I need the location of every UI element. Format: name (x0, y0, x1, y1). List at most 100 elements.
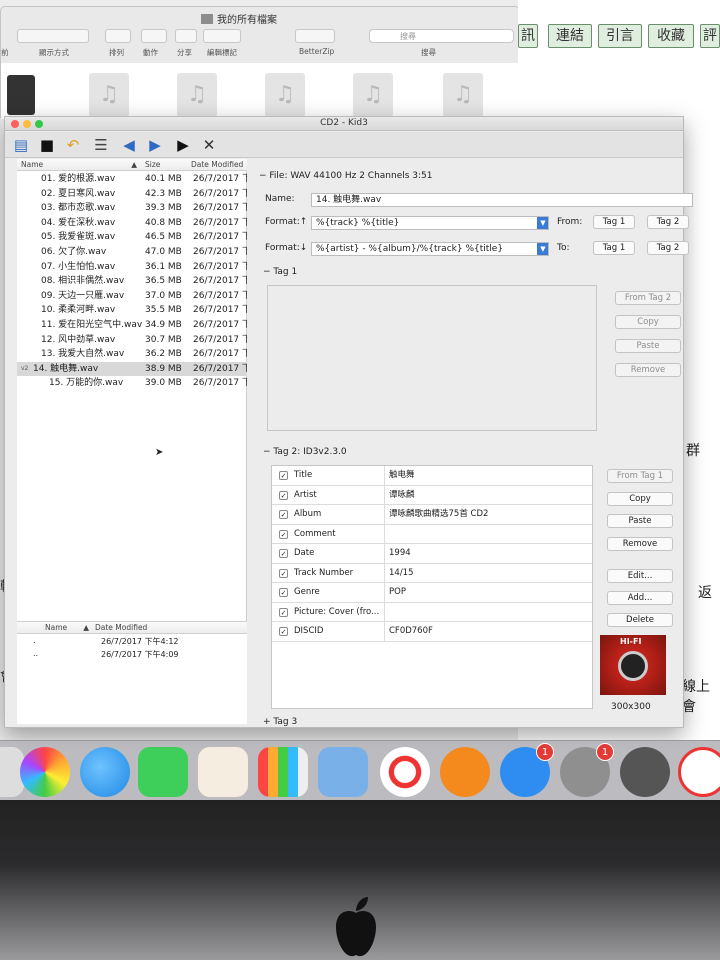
column-header-name[interactable]: Name ▲ (17, 159, 141, 171)
settings-tools-icon[interactable]: ✕ (199, 136, 219, 154)
file-row[interactable]: 02. 夏日寒风.wav 42.3 MB 26/7/2017 下 (17, 187, 247, 202)
messages-icon[interactable] (80, 747, 130, 797)
edit-frame-button[interactable]: Edit... (607, 569, 673, 583)
tag3-header[interactable]: + Tag 3 (263, 717, 297, 727)
web-button-quote[interactable]: 引言 (598, 24, 642, 48)
revert-icon[interactable]: ↶ (63, 136, 83, 154)
play-icon[interactable]: ▶ (173, 136, 193, 154)
web-button-favorite[interactable]: 收藏 (648, 24, 694, 48)
save-icon[interactable]: ■ (37, 136, 57, 154)
checkbox[interactable]: ✓ (279, 568, 288, 578)
file-row[interactable]: 08. 相识非偶然.wav 36.5 MB 26/7/2017 下 (17, 274, 247, 289)
to-tag1-button[interactable]: Tag 1 (593, 241, 635, 255)
music-file-icon[interactable]: ♫ (353, 73, 393, 117)
edit-tags-button[interactable] (203, 29, 241, 43)
file-row-selected[interactable]: v2 14. 触电舞.wav 38.9 MB 26/7/2017 下 (17, 361, 247, 377)
tag2-row-genre[interactable]: ✓ Genre POP (272, 583, 592, 603)
filename-field[interactable]: 14. 触电舞.wav (311, 193, 693, 207)
file-row[interactable]: 04. 爱在深秋.wav 40.8 MB 26/7/2017 下 (17, 216, 247, 231)
file-row[interactable]: 09. 天边一只雁.wav 37.0 MB 26/7/2017 下 (17, 289, 247, 304)
file-row[interactable]: 10. 柔柔河畔.wav 35.5 MB 26/7/2017 下 (17, 303, 247, 318)
from-tag1-button[interactable]: From Tag 1 (607, 469, 673, 483)
system-preferences-icon[interactable]: 1 (560, 743, 614, 797)
next-file-icon[interactable]: ▶ (145, 136, 165, 154)
format-down-combo[interactable]: %{artist} - %{album}/%{track} %{title} ▼ (311, 242, 549, 256)
from-tag1-button[interactable]: Tag 1 (593, 215, 635, 229)
music-file-icon[interactable]: ♫ (265, 73, 305, 117)
facetime-icon[interactable] (138, 747, 188, 797)
tag2-remove-button[interactable]: Remove (607, 537, 673, 551)
tag2-row-album[interactable]: ✓ Album 谭咏麟歌曲精选75首 CD2 (272, 505, 592, 525)
dir-column-header-date[interactable]: Date Modified (91, 622, 247, 634)
web-button[interactable]: 訊 (518, 24, 538, 48)
tag2-row-picture[interactable]: ✓ Picture: Cover (fro... (272, 602, 592, 622)
action-button[interactable] (141, 29, 167, 43)
checkbox[interactable]: ✓ (279, 490, 288, 500)
launchpad-icon[interactable] (620, 747, 670, 797)
to-tag2-button[interactable]: Tag 2 (647, 241, 689, 255)
file-row[interactable]: 03. 都市恋歌.wav 39.3 MB 26/7/2017 下 (17, 201, 247, 216)
file-row[interactable]: 13. 我爱大自然.wav 36.2 MB 26/7/2017 下 (17, 347, 247, 362)
music-file-icon[interactable]: ♫ (89, 73, 129, 117)
checkbox[interactable]: ✓ (279, 529, 288, 539)
view-mode-control[interactable] (17, 29, 89, 43)
chevron-down-icon[interactable]: ▼ (537, 217, 548, 229)
dir-row-name[interactable]: . (33, 636, 36, 645)
dir-row-name[interactable]: .. (33, 649, 38, 658)
tag2-row-title[interactable]: ✓ Title 触电舞 (272, 466, 592, 486)
previous-file-icon[interactable]: ◀ (119, 136, 139, 154)
add-frame-button[interactable]: Add... (607, 591, 673, 605)
delete-frame-button[interactable]: Delete (607, 613, 673, 627)
format-up-combo[interactable]: %{track} %{title} ▼ (311, 216, 549, 230)
file-row[interactable]: 01. 爱的根源.wav 40.1 MB 26/7/2017 下 (17, 172, 247, 187)
tag1-copy-button[interactable]: Copy (615, 315, 681, 329)
column-header-size[interactable]: Size (141, 159, 187, 171)
file-row[interactable]: 15. 万能的你.wav 39.0 MB 26/7/2017 下 (17, 376, 247, 391)
web-button-links[interactable]: 連結 (548, 24, 592, 48)
web-button-rate[interactable]: 評 (700, 24, 720, 48)
music-file-icon[interactable]: ♫ (177, 73, 217, 117)
dir-column-header-name[interactable]: Name ▲ (17, 622, 91, 634)
itunes-icon[interactable] (380, 747, 430, 797)
tag2-row-discid[interactable]: ✓ DISCID CF0D760F (272, 622, 592, 642)
checkbox[interactable]: ✓ (279, 627, 288, 636)
drive-icon[interactable] (7, 75, 35, 115)
checkbox[interactable]: ✓ (279, 471, 288, 480)
pages-icon[interactable] (198, 747, 248, 797)
file-row[interactable]: 06. 欠了你.wav 47.0 MB 26/7/2017 下 (17, 245, 247, 260)
finder-search-input[interactable]: 搜尋 (369, 29, 514, 43)
tag2-row-artist[interactable]: ✓ Artist 谭咏麟 (272, 485, 592, 505)
file-row[interactable]: 05. 我爱雀斑.wav 46.5 MB 26/7/2017 下 (17, 230, 247, 245)
numbers-icon[interactable] (258, 747, 308, 797)
from-tag2-button[interactable]: From Tag 2 (615, 291, 681, 305)
tag2-paste-button[interactable]: Paste (607, 514, 673, 528)
ibooks-icon[interactable] (440, 747, 490, 797)
zoom-window-icon[interactable] (35, 120, 43, 128)
app-store-icon[interactable]: 1 (500, 743, 554, 797)
music-file-icon[interactable]: ♫ (443, 73, 483, 117)
file-row[interactable]: 07. 小生怕怕.wav 36.1 MB 26/7/2017 下 (17, 260, 247, 275)
column-header-date[interactable]: Date Modified (187, 159, 247, 171)
photos-icon[interactable] (20, 747, 70, 797)
tag1-header[interactable]: − Tag 1 (263, 267, 297, 277)
minimize-window-icon[interactable] (23, 120, 31, 128)
betterzip-button[interactable] (295, 29, 335, 43)
from-tag2-button[interactable]: Tag 2 (647, 215, 689, 229)
tag2-copy-button[interactable]: Copy (607, 492, 673, 506)
tag2-row-track-number[interactable]: ✓ Track Number 14/15 (272, 563, 592, 583)
file-row[interactable]: 12. 风中劲草.wav 30.7 MB 26/7/2017 下 (17, 333, 247, 348)
chevron-down-icon[interactable]: ▼ (537, 243, 548, 255)
checkbox[interactable]: ✓ (279, 607, 288, 617)
file-row[interactable]: 11. 爱在阳光空气中.wav 34.9 MB 26/7/2017 下 (17, 318, 247, 333)
checkbox[interactable]: ✓ (279, 549, 288, 558)
keynote-icon[interactable] (318, 747, 368, 797)
open-folder-icon[interactable]: ▤ (11, 136, 31, 154)
app-icon[interactable] (678, 747, 720, 797)
checkbox[interactable]: ✓ (279, 510, 288, 519)
checkbox[interactable]: ✓ (279, 588, 288, 597)
tag2-row-comment[interactable]: ✓ Comment (272, 524, 592, 544)
share-button[interactable] (175, 29, 197, 43)
arrange-button[interactable] (105, 29, 131, 43)
close-window-icon[interactable] (11, 120, 19, 128)
tag1-remove-button[interactable]: Remove (615, 363, 681, 377)
